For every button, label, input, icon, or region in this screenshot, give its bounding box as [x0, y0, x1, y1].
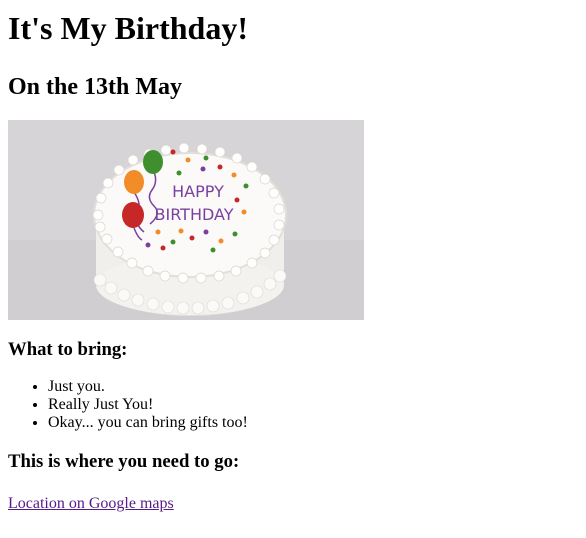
bring-list: Just you. Really Just You! Okay... you c… — [8, 378, 578, 432]
page-title: It's My Birthday! — [8, 10, 248, 46]
event-date: On the 13th May — [8, 74, 182, 100]
bring-heading: What to bring: — [8, 339, 128, 360]
list-item: Really Just You! — [48, 396, 578, 414]
cake-message-line1: HAPPY — [172, 182, 224, 201]
list-item: Okay... you can bring gifts too! — [48, 414, 578, 432]
cake-message-line2: BIRTHDAY — [155, 205, 234, 224]
page-content: It's My Birthday! On the 13th May HAPPY … — [0, 10, 586, 513]
google-maps-link[interactable]: Location on Google maps — [8, 495, 174, 513]
where-heading: This is where you need to go: — [8, 451, 240, 472]
list-item: Just you. — [48, 378, 578, 396]
birthday-cake-image: HAPPY BIRTHDAY — [8, 120, 364, 320]
